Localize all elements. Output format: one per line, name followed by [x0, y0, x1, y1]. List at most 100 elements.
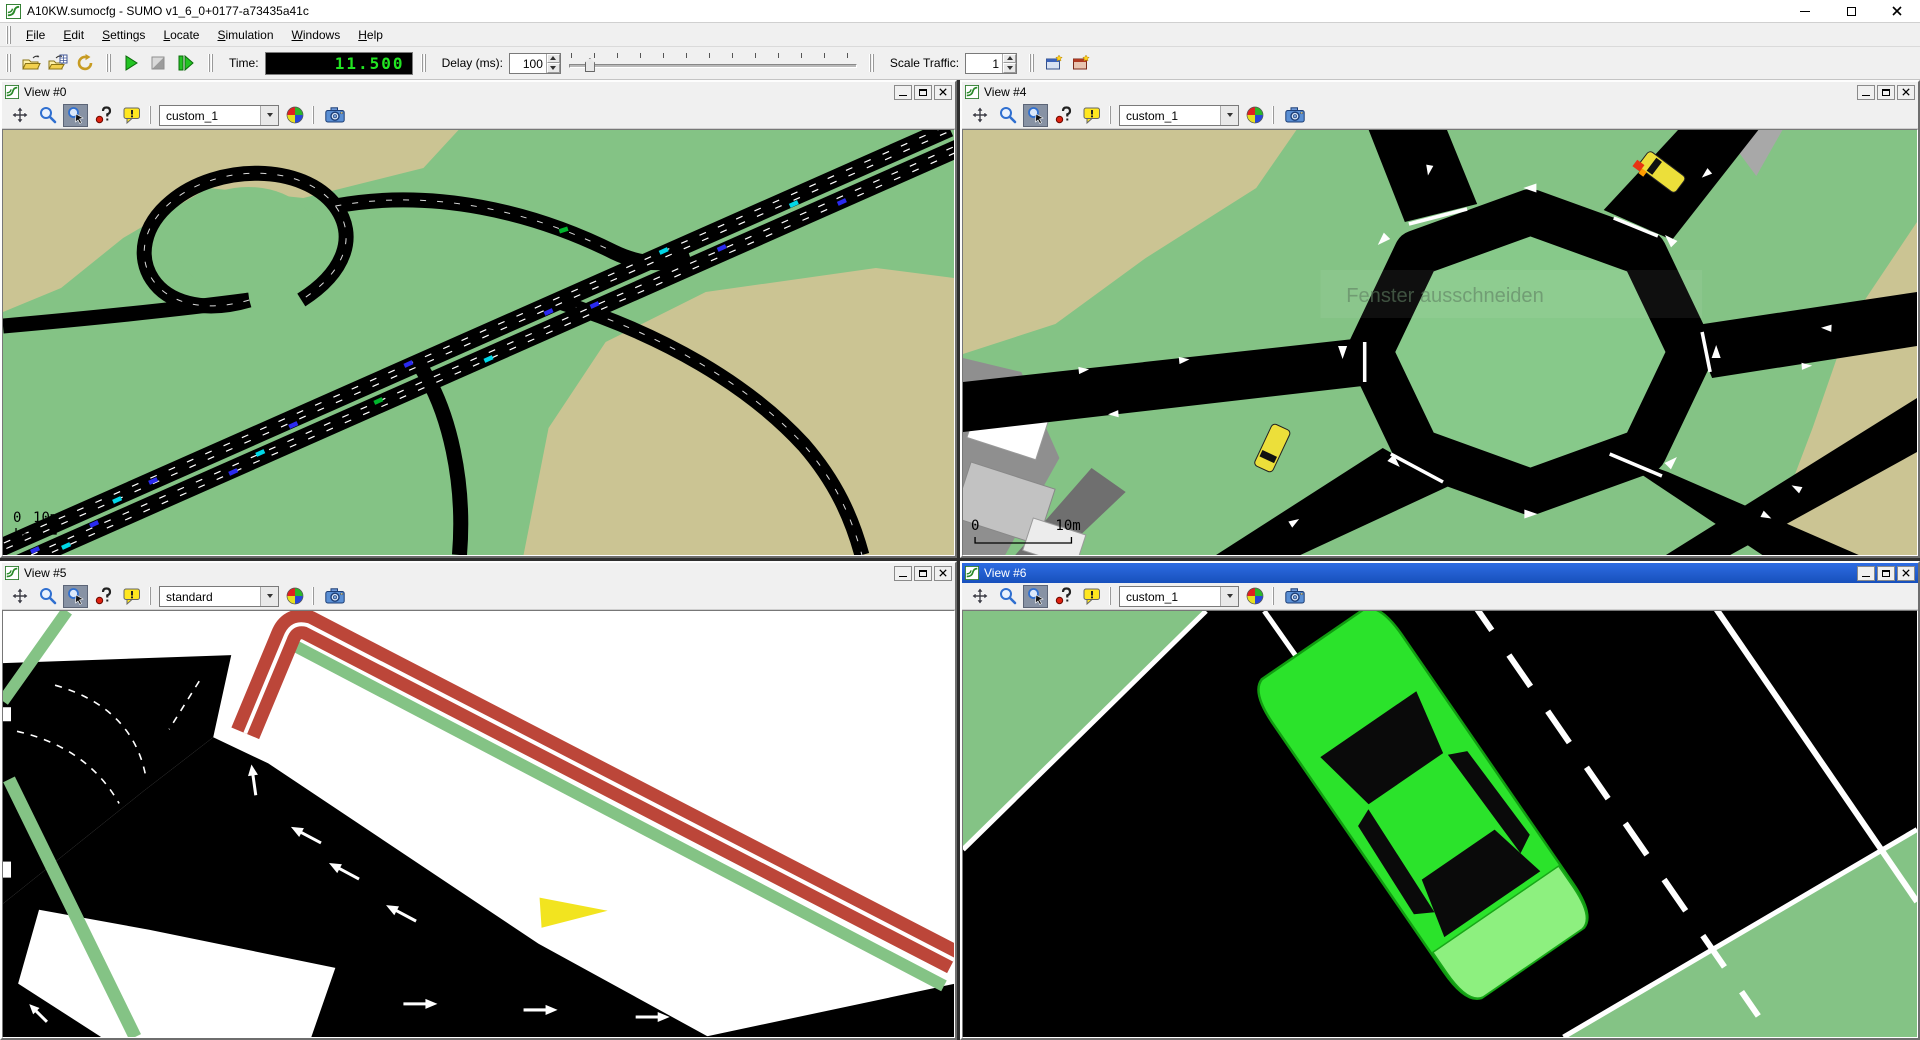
- slider-ticks: [571, 53, 855, 58]
- view5-canvas[interactable]: [2, 610, 955, 1038]
- view6-canvas[interactable]: 0 1m: [962, 610, 1918, 1038]
- tooltip-query-button[interactable]: [1051, 104, 1076, 127]
- view6-close-button[interactable]: [1897, 566, 1915, 581]
- locate-objects-button[interactable]: [1023, 104, 1048, 127]
- color-scheme-dropdown[interactable]: custom_1: [1119, 105, 1239, 126]
- menu-edit[interactable]: Edit: [54, 24, 93, 46]
- close-icon: [1902, 569, 1910, 577]
- view4-titlebar[interactable]: View #4: [962, 82, 1918, 102]
- menu-locate[interactable]: Locate: [154, 24, 208, 46]
- menu-simulation[interactable]: Simulation: [208, 24, 282, 46]
- message-window-button[interactable]: [119, 104, 144, 127]
- minimize-icon: [899, 576, 907, 577]
- toolbar-grip[interactable]: [421, 54, 428, 72]
- menu-help[interactable]: Help: [349, 24, 392, 46]
- screenshot-button[interactable]: [322, 104, 347, 127]
- menu-settings[interactable]: Settings: [93, 24, 154, 46]
- view0-titlebar[interactable]: View #0: [2, 82, 955, 102]
- color-scheme-dropdown[interactable]: custom_1: [1119, 586, 1239, 607]
- menu-file[interactable]: File: [17, 24, 54, 46]
- menubar-grip[interactable]: [6, 26, 13, 44]
- menu-windows[interactable]: Windows: [283, 24, 350, 46]
- delay-label: Delay (ms):: [442, 56, 503, 70]
- screenshot-button[interactable]: [322, 585, 347, 608]
- delay-slider[interactable]: [567, 50, 859, 76]
- screenshot-button[interactable]: [1282, 585, 1307, 608]
- color-wheel-button[interactable]: [1242, 104, 1267, 127]
- zoom-button[interactable]: [995, 585, 1020, 608]
- minimize-button[interactable]: [1782, 0, 1828, 22]
- view0-minimize-button[interactable]: [894, 85, 912, 100]
- view5-titlebar[interactable]: View #5: [2, 563, 955, 583]
- view5-minimize-button[interactable]: [894, 566, 912, 581]
- delay-down-button[interactable]: [547, 63, 560, 73]
- recenter-view-button[interactable]: [967, 104, 992, 127]
- open-config-button[interactable]: [17, 51, 44, 76]
- screenshot-button[interactable]: [1282, 104, 1307, 127]
- view6-titlebar[interactable]: View #6: [962, 563, 1918, 583]
- color-wheel-button[interactable]: [1242, 585, 1267, 608]
- message-window-button[interactable]: [1079, 585, 1104, 608]
- message-window-button[interactable]: [1079, 104, 1104, 127]
- toolbar-grip[interactable]: [869, 54, 876, 72]
- open-network-button[interactable]: [44, 51, 71, 76]
- dropdown-button[interactable]: [1220, 587, 1238, 606]
- view4-maximize-button[interactable]: [1877, 85, 1895, 100]
- recenter-view-button[interactable]: [7, 585, 32, 608]
- view4-minimize-button[interactable]: [1857, 85, 1875, 100]
- main-toolbar: Time: 11.500 Delay (ms): 100 Scale Traff…: [0, 47, 1920, 80]
- dropdown-button[interactable]: [1220, 106, 1238, 125]
- dropdown-button[interactable]: [260, 106, 278, 125]
- scale-down-button[interactable]: [1003, 63, 1016, 73]
- stop-button[interactable]: [144, 51, 171, 76]
- run-button[interactable]: [117, 51, 144, 76]
- step-button[interactable]: [171, 51, 198, 76]
- view6-maximize-button[interactable]: [1877, 566, 1895, 581]
- scale-traffic-value[interactable]: 1: [966, 54, 1002, 73]
- reload-button[interactable]: [71, 51, 98, 76]
- new-3d-view-button[interactable]: [1067, 51, 1094, 76]
- zoom-button[interactable]: [995, 104, 1020, 127]
- color-wheel-button[interactable]: [282, 585, 307, 608]
- zoom-button[interactable]: [35, 104, 60, 127]
- view4-close-button[interactable]: [1897, 85, 1915, 100]
- color-scheme-dropdown[interactable]: custom_1: [159, 105, 279, 126]
- view5-close-button[interactable]: [934, 566, 952, 581]
- new-view-button[interactable]: [1040, 51, 1067, 76]
- highway-interchange-scene: 0 10m: [3, 130, 954, 555]
- scale-traffic-spinbox[interactable]: 1: [965, 53, 1017, 74]
- toolbar-grip[interactable]: [208, 54, 215, 72]
- locate-objects-button[interactable]: [63, 585, 88, 608]
- zoom-button[interactable]: [35, 585, 60, 608]
- toolbar-grip[interactable]: [1029, 54, 1036, 72]
- scale-up-button[interactable]: [1003, 54, 1016, 64]
- view0-close-button[interactable]: [934, 85, 952, 100]
- toolbar-grip[interactable]: [106, 54, 113, 72]
- message-window-button[interactable]: [119, 585, 144, 608]
- view0-maximize-button[interactable]: [914, 85, 932, 100]
- locate-objects-button[interactable]: [1023, 585, 1048, 608]
- magnifier-cursor-icon: [67, 106, 85, 124]
- dropdown-button[interactable]: [260, 587, 278, 606]
- color-wheel-button[interactable]: [282, 104, 307, 127]
- delay-spinbox[interactable]: 100: [509, 53, 561, 74]
- locate-objects-button[interactable]: [63, 104, 88, 127]
- view5-maximize-button[interactable]: [914, 566, 932, 581]
- toolbar-grip[interactable]: [6, 54, 13, 72]
- recenter-view-button[interactable]: [7, 104, 32, 127]
- slider-thumb[interactable]: [585, 58, 595, 72]
- tooltip-query-button[interactable]: [1051, 585, 1076, 608]
- delay-up-button[interactable]: [547, 54, 560, 64]
- recenter-view-button[interactable]: [967, 585, 992, 608]
- close-button[interactable]: [1874, 0, 1920, 22]
- tooltip-query-button[interactable]: [91, 585, 116, 608]
- view4-canvas[interactable]: Fenster ausschneiden 0 10m: [962, 129, 1918, 556]
- tooltip-query-button[interactable]: [91, 104, 116, 127]
- view0-canvas[interactable]: 0 10m: [2, 129, 955, 556]
- view6-window: View #6 custom_1: [960, 561, 1920, 1040]
- maximize-button[interactable]: [1828, 0, 1874, 22]
- view6-minimize-button[interactable]: [1857, 566, 1875, 581]
- delay-value[interactable]: 100: [510, 54, 546, 73]
- color-scheme-dropdown[interactable]: standard: [159, 586, 279, 607]
- sumo-logo-icon: [6, 4, 21, 19]
